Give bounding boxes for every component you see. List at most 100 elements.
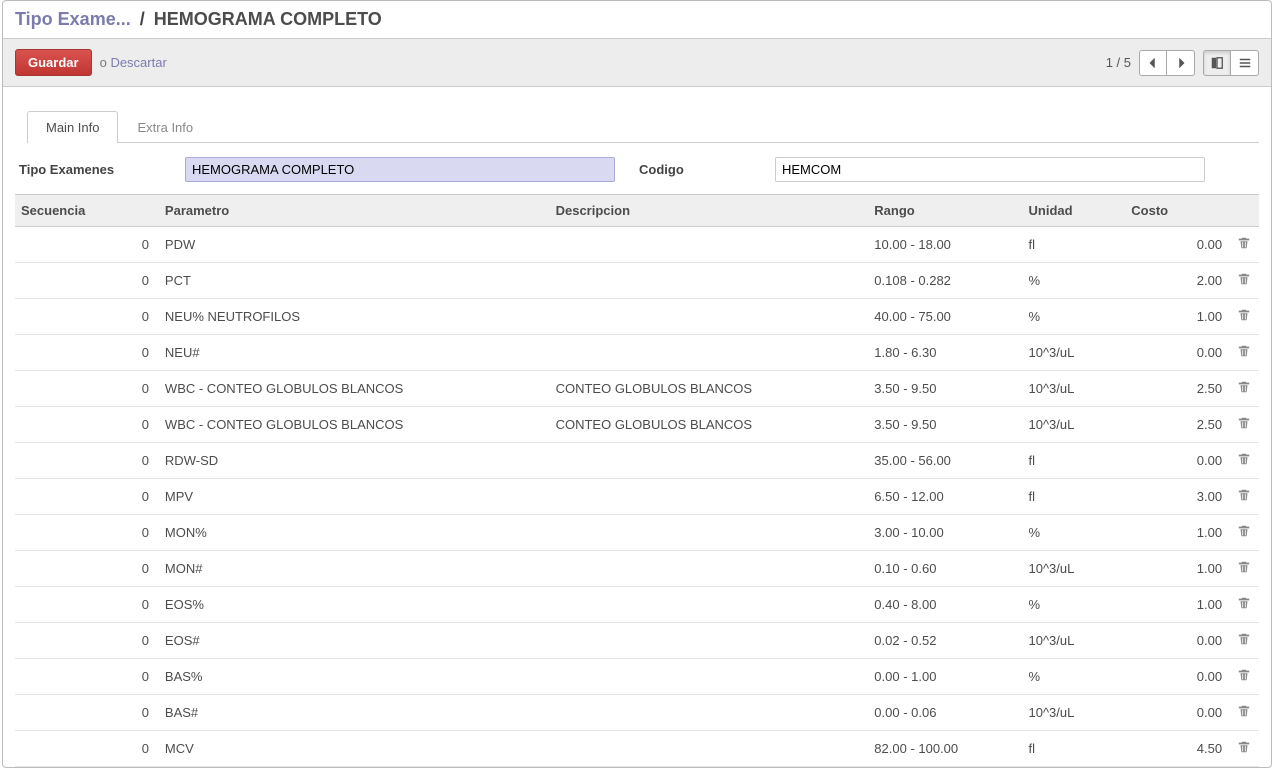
form-view-icon bbox=[1210, 56, 1224, 70]
table-row[interactable]: 0RDW-SD35.00 - 56.00fl0.00 bbox=[15, 443, 1259, 479]
cell-rango: 0.00 - 1.00 bbox=[868, 659, 1022, 695]
codigo-label: Codigo bbox=[615, 162, 775, 177]
cell-descripcion: CONTEO GLOBULOS BLANCOS bbox=[550, 407, 869, 443]
pager-prev-button[interactable] bbox=[1139, 50, 1167, 76]
col-secuencia[interactable]: Secuencia bbox=[15, 195, 159, 227]
delete-row-button[interactable] bbox=[1237, 346, 1251, 361]
trash-icon bbox=[1237, 272, 1251, 286]
cell-parametro: MPV bbox=[159, 479, 550, 515]
cell-rango: 3.00 - 10.00 bbox=[868, 515, 1022, 551]
delete-row-button[interactable] bbox=[1237, 526, 1251, 541]
cell-descripcion bbox=[550, 299, 869, 335]
delete-row-button[interactable] bbox=[1237, 454, 1251, 469]
table-row[interactable]: 0PDW10.00 - 18.00fl0.00 bbox=[15, 227, 1259, 263]
table-row[interactable]: 0PCT0.108 - 0.282%2.00 bbox=[15, 263, 1259, 299]
cell-parametro: WBC - CONTEO GLOBULOS BLANCOS bbox=[159, 371, 550, 407]
breadcrumb-current: HEMOGRAMA COMPLETO bbox=[154, 9, 382, 29]
form-view-button[interactable] bbox=[1203, 50, 1231, 76]
cell-unidad: 10^3/uL bbox=[1023, 623, 1126, 659]
cell-parametro: PDW bbox=[159, 227, 550, 263]
table-row[interactable]: 0MCV82.00 - 100.00fl4.50 bbox=[15, 731, 1259, 767]
cell-descripcion bbox=[550, 623, 869, 659]
codigo-input[interactable] bbox=[775, 157, 1205, 182]
cell-costo: 0.00 bbox=[1125, 659, 1228, 695]
table-row[interactable]: 0EOS%0.40 - 8.00%1.00 bbox=[15, 587, 1259, 623]
table-row[interactable]: 0EOS#0.02 - 0.5210^3/uL0.00 bbox=[15, 623, 1259, 659]
cell-parametro: BAS% bbox=[159, 659, 550, 695]
cell-parametro: MON% bbox=[159, 515, 550, 551]
cell-parametro: WBC - CONTEO GLOBULOS BLANCOS bbox=[159, 407, 550, 443]
delete-row-button[interactable] bbox=[1237, 742, 1251, 757]
tab-main-info[interactable]: Main Info bbox=[27, 111, 118, 143]
col-descripcion[interactable]: Descripcion bbox=[550, 195, 869, 227]
table-row[interactable]: 0BAS%0.00 - 1.00%0.00 bbox=[15, 659, 1259, 695]
cell-parametro: MON# bbox=[159, 551, 550, 587]
tipo-examenes-input[interactable] bbox=[185, 157, 615, 182]
delete-row-button[interactable] bbox=[1237, 418, 1251, 433]
cell-rango: 40.00 - 75.00 bbox=[868, 299, 1022, 335]
cell-costo: 3.00 bbox=[1125, 479, 1228, 515]
table-row[interactable]: 0MON#0.10 - 0.6010^3/uL1.00 bbox=[15, 551, 1259, 587]
cell-rango: 3.50 - 9.50 bbox=[868, 407, 1022, 443]
table-row[interactable]: 0WBC - CONTEO GLOBULOS BLANCOSCONTEO GLO… bbox=[15, 371, 1259, 407]
delete-row-button[interactable] bbox=[1237, 490, 1251, 505]
trash-icon bbox=[1237, 560, 1251, 574]
delete-row-button[interactable] bbox=[1237, 706, 1251, 721]
cell-secuencia: 0 bbox=[15, 587, 159, 623]
arrow-left-icon bbox=[1146, 56, 1160, 70]
cell-parametro: PCT bbox=[159, 263, 550, 299]
cell-costo: 0.00 bbox=[1125, 623, 1228, 659]
cell-rango: 35.00 - 56.00 bbox=[868, 443, 1022, 479]
cell-costo: 0.00 bbox=[1125, 695, 1228, 731]
cell-secuencia: 0 bbox=[15, 551, 159, 587]
trash-icon bbox=[1237, 452, 1251, 466]
list-view-button[interactable] bbox=[1231, 50, 1259, 76]
table-row[interactable]: 0NEU% NEUTROFILOS40.00 - 75.00%1.00 bbox=[15, 299, 1259, 335]
cell-descripcion bbox=[550, 695, 869, 731]
delete-row-button[interactable] bbox=[1237, 670, 1251, 685]
cell-unidad: % bbox=[1023, 587, 1126, 623]
table-row[interactable]: 0MON%3.00 - 10.00%1.00 bbox=[15, 515, 1259, 551]
delete-row-button[interactable] bbox=[1237, 562, 1251, 577]
cell-rango: 0.02 - 0.52 bbox=[868, 623, 1022, 659]
table-row[interactable]: 0NEU#1.80 - 6.3010^3/uL0.00 bbox=[15, 335, 1259, 371]
delete-row-button[interactable] bbox=[1237, 274, 1251, 289]
cell-secuencia: 0 bbox=[15, 515, 159, 551]
cell-costo: 1.00 bbox=[1125, 551, 1228, 587]
or-text: o bbox=[100, 55, 107, 70]
save-button[interactable]: Guardar bbox=[15, 49, 92, 76]
cell-rango: 1.80 - 6.30 bbox=[868, 335, 1022, 371]
cell-unidad: % bbox=[1023, 299, 1126, 335]
col-unidad[interactable]: Unidad bbox=[1023, 195, 1126, 227]
discard-link[interactable]: Descartar bbox=[110, 55, 166, 70]
tab-extra-info[interactable]: Extra Info bbox=[118, 111, 212, 143]
tabs: Main Info Extra Info bbox=[27, 111, 1259, 143]
cell-descripcion bbox=[550, 731, 869, 767]
cell-descripcion bbox=[550, 335, 869, 371]
cell-secuencia: 0 bbox=[15, 227, 159, 263]
cell-costo: 0.00 bbox=[1125, 227, 1228, 263]
tipo-examenes-label: Tipo Examenes bbox=[15, 162, 185, 177]
cell-descripcion: CONTEO GLOBULOS BLANCOS bbox=[550, 371, 869, 407]
pager-next-button[interactable] bbox=[1167, 50, 1195, 76]
cell-costo: 1.00 bbox=[1125, 587, 1228, 623]
trash-icon bbox=[1237, 488, 1251, 502]
col-costo[interactable]: Costo bbox=[1125, 195, 1228, 227]
delete-row-button[interactable] bbox=[1237, 598, 1251, 613]
breadcrumb-parent-link[interactable]: Tipo Exame... bbox=[15, 9, 131, 29]
delete-row-button[interactable] bbox=[1237, 634, 1251, 649]
cell-unidad: 10^3/uL bbox=[1023, 335, 1126, 371]
delete-row-button[interactable] bbox=[1237, 310, 1251, 325]
table-row[interactable]: 0MPV6.50 - 12.00fl3.00 bbox=[15, 479, 1259, 515]
delete-row-button[interactable] bbox=[1237, 238, 1251, 253]
table-row[interactable]: 0WBC - CONTEO GLOBULOS BLANCOSCONTEO GLO… bbox=[15, 407, 1259, 443]
cell-costo: 2.50 bbox=[1125, 371, 1228, 407]
cell-parametro: MCV bbox=[159, 731, 550, 767]
col-rango[interactable]: Rango bbox=[868, 195, 1022, 227]
delete-row-button[interactable] bbox=[1237, 382, 1251, 397]
pager-text: 1 / 5 bbox=[1106, 55, 1131, 70]
col-parametro[interactable]: Parametro bbox=[159, 195, 550, 227]
table-row[interactable]: 0BAS#0.00 - 0.0610^3/uL0.00 bbox=[15, 695, 1259, 731]
cell-unidad: fl bbox=[1023, 443, 1126, 479]
cell-secuencia: 0 bbox=[15, 659, 159, 695]
